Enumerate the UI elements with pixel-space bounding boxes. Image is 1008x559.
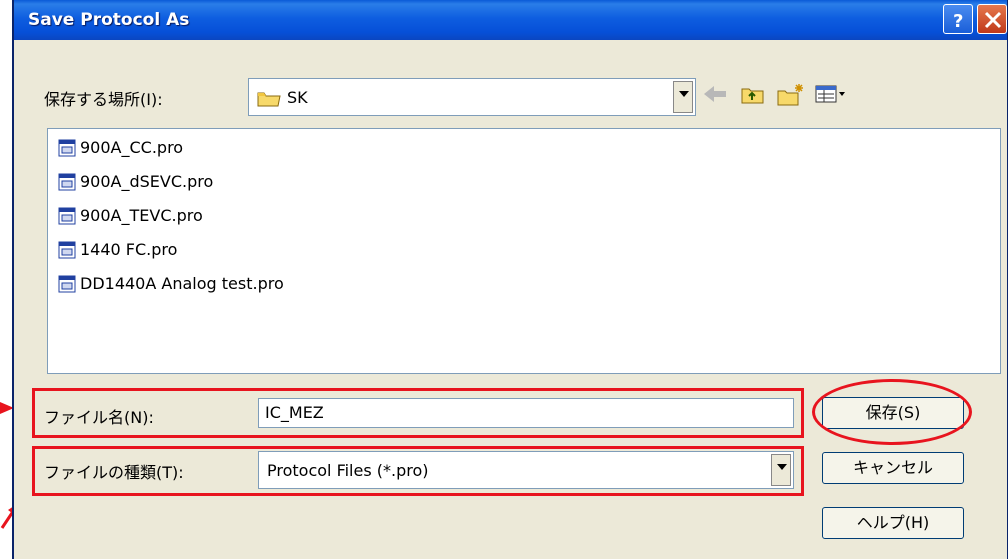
chevron-down-icon xyxy=(679,91,689,97)
file-name: 900A_dSEVC.pro xyxy=(80,172,214,191)
location-label: 保存する場所(I): xyxy=(44,90,163,109)
close-icon xyxy=(984,11,1002,29)
file-list[interactable]: 900A_CC.pro 900A_dSEVC.pro 900A_TEVC.pro xyxy=(47,128,1001,374)
location-dropdown[interactable]: SK xyxy=(248,78,696,116)
protocol-file-icon xyxy=(58,275,76,293)
location-dropdown-arrow[interactable] xyxy=(673,81,693,113)
cancel-button[interactable]: キャンセル xyxy=(822,452,964,484)
filetype-highlight xyxy=(32,446,804,496)
help-button[interactable]: ヘルプ(H) xyxy=(822,507,964,539)
window-title: Save Protocol As xyxy=(28,10,190,30)
file-name: DD1440A Analog test.pro xyxy=(80,274,284,293)
svg-text:?: ? xyxy=(953,11,963,30)
file-name: 900A_CC.pro xyxy=(80,138,184,157)
location-folder-name: SK xyxy=(287,88,308,107)
title-bar: Save Protocol As ? xyxy=(14,0,1007,40)
help-title-button[interactable]: ? xyxy=(943,4,973,34)
file-name: 1440 FC.pro xyxy=(80,240,178,259)
back-arrow-icon[interactable] xyxy=(702,83,728,105)
protocol-file-icon xyxy=(58,207,76,225)
new-folder-icon[interactable] xyxy=(776,83,806,107)
protocol-file-icon xyxy=(58,173,76,191)
question-icon: ? xyxy=(953,11,963,30)
folder-icon xyxy=(257,92,281,107)
protocol-file-icon xyxy=(58,139,76,157)
up-folder-icon[interactable] xyxy=(740,83,766,105)
close-button[interactable] xyxy=(977,4,1007,34)
file-name: 900A_TEVC.pro xyxy=(80,206,203,225)
save-button-highlight xyxy=(812,379,972,445)
save-dialog: Save Protocol As ? 保存する場所(I): SK 900A_CC… xyxy=(12,0,1008,559)
view-menu-icon[interactable] xyxy=(814,83,850,105)
filename-highlight xyxy=(32,388,804,438)
protocol-file-icon xyxy=(58,241,76,259)
